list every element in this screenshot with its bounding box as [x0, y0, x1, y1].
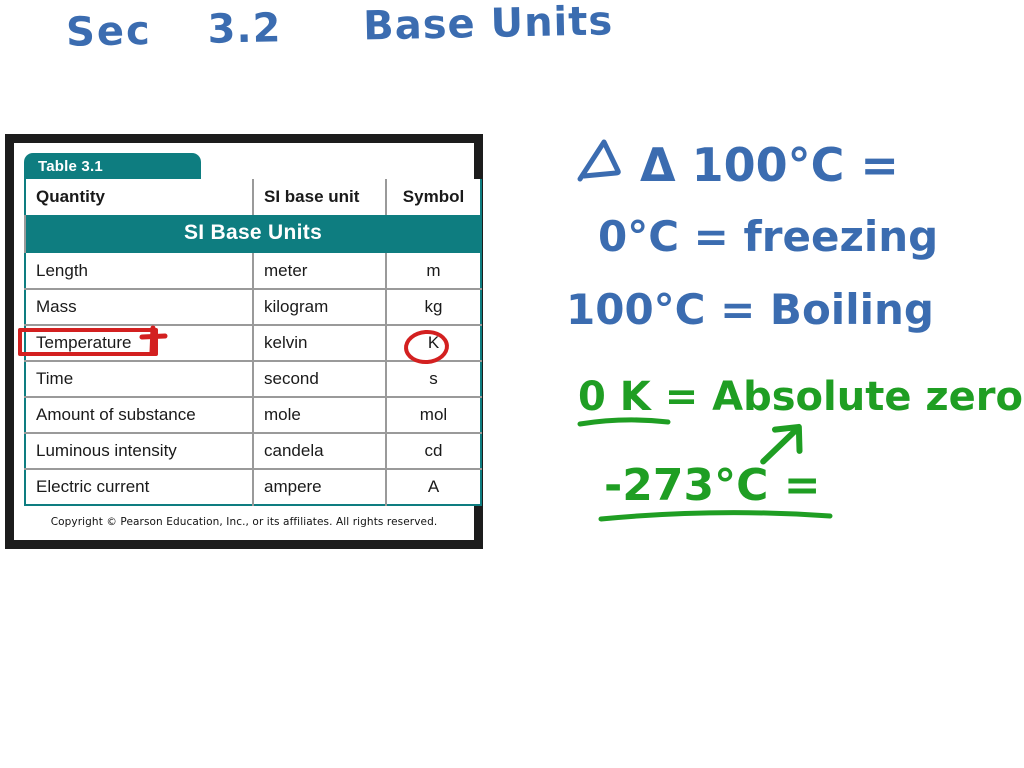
table-number-tab: Table 3.1 [24, 153, 201, 179]
handwritten-title-subject: Base Units [362, 0, 614, 50]
note-minus-273c: -273°C = [598, 460, 833, 522]
cell-symbol: A [385, 469, 481, 505]
cell-unit: second [252, 361, 386, 398]
table-header-row: Quantity SI base unit Symbol [25, 179, 481, 215]
table-row: Amount of substance mole mol [25, 397, 481, 434]
note-minus-273c-text: -273°C = [604, 460, 821, 511]
cell-quantity: Electric current [25, 469, 253, 505]
cell-unit: kelvin [252, 325, 386, 362]
cell-symbol: mol [385, 397, 481, 434]
cell-unit: ampere [252, 469, 386, 505]
copyright-notice: Copyright © Pearson Education, Inc., or … [50, 516, 438, 528]
cell-symbol: cd [385, 433, 481, 470]
cell-symbol: K [385, 325, 481, 362]
si-base-units-figure: Table 3.1 SI Base Units Quantity SI base… [5, 134, 483, 549]
table-row-temperature: Temperature kelvin K [25, 325, 481, 362]
handwritten-title-section: Sec [65, 7, 153, 56]
note-delta-text: Δ 100°C = [640, 138, 899, 192]
cell-symbol: m [385, 253, 481, 290]
cell-quantity: Time [25, 361, 253, 398]
cell-unit: kilogram [252, 289, 386, 326]
note-boiling-point: 100°C = Boiling [566, 285, 934, 334]
table-row: Electric current ampere A [25, 469, 481, 505]
column-header-quantity: Quantity [25, 179, 253, 215]
delta-triangle-icon [574, 139, 624, 183]
cell-quantity: Luminous intensity [25, 433, 253, 470]
cell-quantity: Temperature [25, 325, 253, 362]
column-header-symbol: Symbol [385, 179, 481, 215]
column-header-si-base-unit: SI base unit [252, 179, 386, 215]
table-title-row: SI Base Units [24, 215, 481, 253]
handwritten-title: Sec 3.2 Base Units [66, 0, 614, 56]
handwritten-title-number: 3.2 [207, 5, 282, 53]
note-zero-kelvin-text: 0 K [578, 374, 651, 420]
cell-quantity: Length [25, 253, 253, 290]
note-absolute-zero-underlined-part: 0 K [577, 374, 671, 427]
cell-quantity: Amount of substance [25, 397, 253, 434]
table-title: SI Base Units [24, 215, 481, 253]
note-absolute-zero: 0 K 0 K = Absolute zero = Absolute zero [577, 374, 1023, 427]
cell-unit: candela [252, 433, 386, 470]
handwritten-notes-panel: Δ 100°C = 0°C = freezing 100°C = Boiling… [560, 130, 1023, 570]
table-row: Length meter m [25, 253, 481, 290]
note-absolute-zero-rest: = Absolute zero [650, 374, 1023, 420]
green-underline-0k-icon [577, 417, 671, 427]
note-delta-100c: Δ 100°C = [574, 138, 899, 192]
table-row: Time second s [25, 361, 481, 398]
cell-symbol: s [385, 361, 481, 398]
green-underline-273-icon [598, 510, 833, 522]
si-base-units-table: SI Base Units Quantity SI base unit Symb… [24, 179, 482, 506]
note-freezing-point: 0°C = freezing [598, 212, 939, 261]
table-row: Mass kilogram kg [25, 289, 481, 326]
cell-quantity: Mass [25, 289, 253, 326]
cell-symbol: kg [385, 289, 481, 326]
table-row: Luminous intensity candela cd [25, 433, 481, 470]
figure-inner-panel: Table 3.1 SI Base Units Quantity SI base… [14, 143, 482, 540]
cell-unit: mole [252, 397, 386, 434]
cell-unit: meter [252, 253, 386, 290]
